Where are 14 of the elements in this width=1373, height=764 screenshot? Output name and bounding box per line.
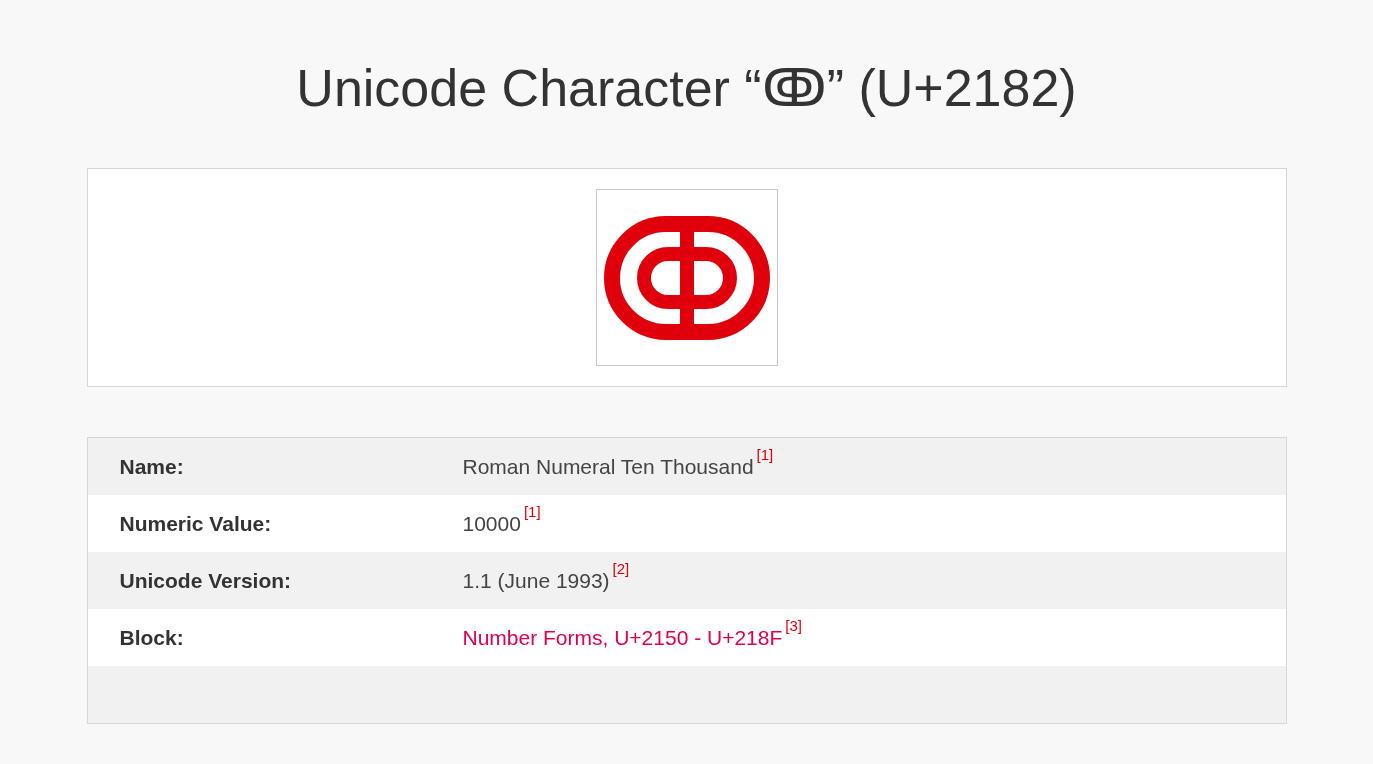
footnote-link[interactable]: [1] bbox=[756, 446, 774, 462]
property-value: Roman Numeral Ten Thousand bbox=[462, 453, 754, 480]
property-label: Name: bbox=[118, 453, 185, 480]
property-value-link[interactable]: Number Forms, U+2150 - U+218F bbox=[462, 621, 783, 654]
property-value: 10000 bbox=[462, 510, 521, 537]
footnote-link[interactable]: [1] bbox=[523, 503, 541, 519]
property-label: Block: bbox=[118, 624, 185, 651]
roman-numeral-glyph-icon bbox=[603, 215, 770, 340]
page-title: Unicode Character “ↂ” (U+2182) bbox=[296, 58, 1077, 119]
footnote-link[interactable]: [3] bbox=[785, 617, 802, 633]
property-label: Numeric Value: bbox=[118, 510, 273, 537]
property-label: Unicode Version: bbox=[118, 567, 293, 594]
property-value: 1.1 (June 1993) bbox=[462, 567, 610, 594]
footnote-link[interactable]: [2] bbox=[612, 560, 630, 576]
